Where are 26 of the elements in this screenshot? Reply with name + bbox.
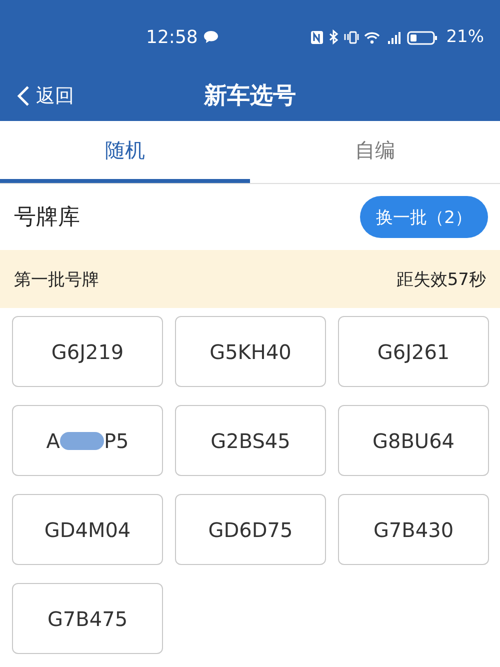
plate-option[interactable]: G2BS45 — [175, 405, 326, 476]
battery-percent: 21% — [446, 27, 484, 47]
tab[interactable]: 随机 — [0, 121, 250, 183]
status-time: 12:58 — [146, 26, 198, 48]
tab[interactable]: 自编 — [250, 121, 500, 183]
back-link[interactable]: 返回 — [16, 82, 74, 108]
plate-option[interactable]: A P5 — [12, 405, 163, 476]
back-label: 返回 — [36, 84, 74, 108]
countdown-label: 距失效57秒 — [396, 268, 486, 290]
plate-option[interactable]: GD6D75 — [175, 494, 326, 565]
plate-prefix: A — [46, 428, 60, 452]
refresh-batch-button[interactable]: 换一批（2） — [360, 196, 488, 238]
batch-label: 第一批号牌 — [14, 268, 99, 290]
back-chevron-icon — [16, 84, 30, 106]
page-title: 新车选号 — [204, 82, 296, 111]
chat-bubble-icon — [202, 30, 219, 44]
plate-option[interactable]: G6J261 — [338, 316, 489, 387]
plate-option[interactable]: G6J219 — [12, 316, 163, 387]
plate-suffix: P5 — [104, 428, 129, 452]
plate-option[interactable]: G5KH40 — [175, 316, 326, 387]
redaction-blot — [60, 432, 104, 450]
plate-option[interactable]: G8BU64 — [338, 405, 489, 476]
section-title: 号牌库 — [14, 204, 80, 232]
plate-option[interactable]: G7B430 — [338, 494, 489, 565]
plate-option[interactable]: GD4M04 — [12, 494, 163, 565]
plate-option[interactable]: G7B475 — [12, 583, 163, 654]
